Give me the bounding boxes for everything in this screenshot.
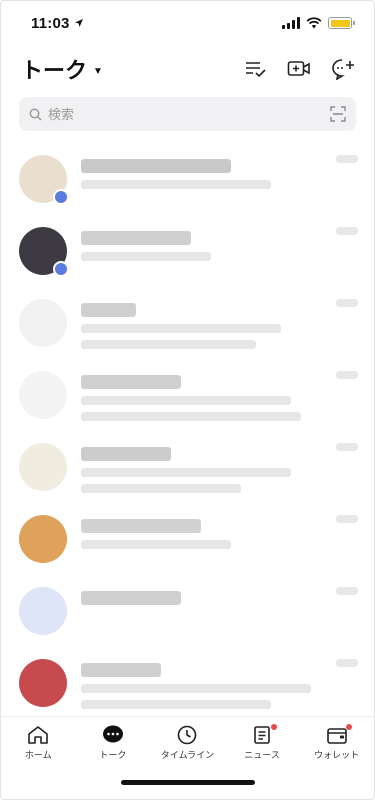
- caret-down-icon: ▼: [93, 65, 103, 77]
- search-input[interactable]: [48, 106, 324, 122]
- tab-wallet-label: ウォレット: [314, 750, 360, 760]
- tab-news[interactable]: ニュース: [227, 724, 297, 761]
- tab-talk[interactable]: トーク: [78, 725, 148, 761]
- wallet-icon: [326, 728, 347, 744]
- chat-list: [1, 141, 374, 716]
- checklist-icon: [246, 62, 266, 78]
- chat-timestamp-redacted: [336, 227, 358, 235]
- chat-message-redacted: [81, 340, 256, 349]
- chat-timestamp-redacted: [336, 155, 358, 163]
- status-time-text: 11:03: [31, 14, 70, 32]
- chat-list-item[interactable]: [1, 357, 374, 429]
- chat-message-redacted: [81, 540, 231, 549]
- chat-name-redacted: [81, 447, 171, 461]
- chat-list-item[interactable]: [1, 213, 374, 285]
- home-icon: [28, 726, 49, 744]
- chat-preview: [81, 513, 358, 549]
- chat-message-redacted: [81, 684, 311, 693]
- news-icon: [254, 726, 270, 744]
- chat-timestamp-redacted: [336, 515, 358, 523]
- wallet-notification-dot: [345, 724, 352, 730]
- chat-timestamp-redacted: [336, 443, 358, 451]
- chat-list-item[interactable]: [1, 573, 374, 645]
- chat-name-redacted: [81, 519, 201, 533]
- chat-preview: [81, 369, 358, 421]
- chat-avatar: [19, 587, 67, 635]
- cellular-signal-icon: [282, 17, 300, 29]
- chat-list-item[interactable]: [1, 141, 374, 213]
- chat-timestamp-redacted: [336, 371, 358, 379]
- video-plus-icon: [287, 61, 310, 76]
- chat-avatar: [19, 443, 67, 491]
- chat-preview: [81, 225, 358, 261]
- avatar-badge: [53, 189, 69, 205]
- chat-icon: [102, 725, 123, 743]
- chat-name-redacted: [81, 303, 136, 317]
- chat-preview: [81, 657, 358, 709]
- chat-name-redacted: [81, 375, 181, 389]
- talk-title-dropdown[interactable]: トーク ▼: [21, 53, 103, 85]
- chat-list-item[interactable]: [1, 501, 374, 573]
- chat-preview: [81, 153, 358, 189]
- tab-news-label: ニュース: [244, 750, 280, 760]
- chat-plus-icon: [332, 59, 354, 80]
- chat-message-redacted: [81, 484, 241, 493]
- tab-wallet[interactable]: ウォレット: [302, 724, 372, 761]
- status-time: 11:03: [31, 15, 84, 32]
- tab-home-label: ホーム: [24, 750, 52, 760]
- header-actions: [242, 56, 356, 82]
- new-video-call-button[interactable]: [286, 56, 312, 82]
- chat-name-redacted: [81, 591, 181, 605]
- wifi-icon: [306, 17, 322, 29]
- chat-name-redacted: [81, 231, 191, 245]
- chat-message-redacted: [81, 412, 301, 421]
- clock-icon: [178, 725, 197, 745]
- chat-avatar: [19, 659, 67, 707]
- chat-message-redacted: [81, 180, 271, 189]
- chat-message-redacted: [81, 396, 291, 405]
- tab-home[interactable]: ホーム: [3, 725, 73, 761]
- chat-timestamp-redacted: [336, 659, 358, 667]
- tab-timeline-label: タイムライン: [160, 750, 215, 760]
- chat-name-redacted: [81, 159, 231, 173]
- qr-scan-icon[interactable]: [330, 106, 346, 122]
- chat-timestamp-redacted: [336, 299, 358, 307]
- chat-avatar: [19, 299, 67, 347]
- chat-message-redacted: [81, 700, 271, 709]
- chat-preview: [81, 297, 358, 349]
- chat-message-redacted: [81, 252, 211, 261]
- chat-preview: [81, 585, 358, 605]
- chat-avatar: [19, 227, 69, 277]
- avatar-badge: [53, 261, 69, 277]
- status-bar: 11:03: [1, 1, 374, 45]
- tab-timeline[interactable]: タイムライン: [152, 725, 222, 761]
- chat-avatar: [19, 515, 67, 563]
- chat-list-item[interactable]: [1, 645, 374, 716]
- status-indicators: [282, 17, 355, 29]
- edit-list-button[interactable]: [242, 56, 268, 82]
- chat-list-item[interactable]: [1, 285, 374, 357]
- location-arrow-icon: [74, 19, 83, 27]
- news-notification-dot: [271, 724, 278, 730]
- chat-timestamp-redacted: [336, 587, 358, 595]
- home-indicator: [120, 780, 255, 785]
- new-chat-button[interactable]: [330, 56, 356, 82]
- chat-avatar: [19, 155, 69, 205]
- tab-talk-label: トーク: [99, 750, 127, 760]
- chat-list-item[interactable]: [1, 429, 374, 501]
- battery-level: [330, 19, 350, 27]
- chat-message-redacted: [81, 468, 291, 477]
- app-frame: 11:03 トーク ▼ 検索 ホーム トーク タイムライン ニュース ウォレット: [0, 0, 375, 800]
- bottom-tab-bar: ホーム トーク タイムライン ニュース ウォレット: [1, 716, 374, 766]
- chat-preview: [81, 441, 358, 493]
- chat-message-redacted: [81, 324, 281, 333]
- search-icon: [29, 108, 42, 121]
- page-header: トーク ▼: [21, 49, 356, 89]
- battery-icon: [328, 17, 355, 29]
- chat-avatar: [19, 371, 67, 419]
- page-title: トーク: [21, 58, 88, 83]
- chat-name-redacted: [81, 663, 161, 677]
- search-bar: [19, 97, 356, 131]
